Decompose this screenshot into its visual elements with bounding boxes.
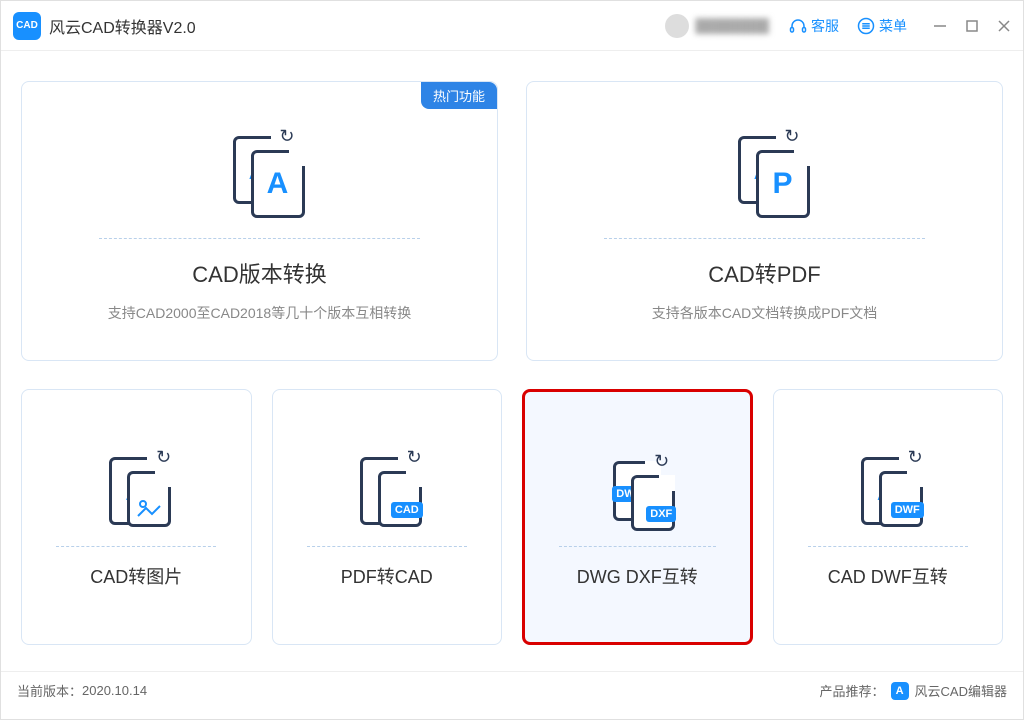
card-title: CAD DWF互转 <box>828 563 948 589</box>
maximize-button[interactable] <box>965 19 979 33</box>
recommend-label: 产品推荐： <box>820 681 885 700</box>
titlebar: CAD 风云CAD转换器V2.0 ████████ 客服 菜单 <box>1 1 1023 51</box>
pdf-to-cad-icon: P CAD ↻ <box>360 446 414 536</box>
cad-to-image-icon: A ↻ <box>109 446 163 536</box>
window-controls <box>933 19 1011 33</box>
hot-badge: 热门功能 <box>421 82 497 109</box>
card-pdf-to-cad[interactable]: P CAD ↻ PDF转CAD <box>272 389 503 645</box>
user-area[interactable]: ████████ <box>665 14 769 38</box>
recommend-name[interactable]: 风云CAD编辑器 <box>915 681 1007 700</box>
version-value: 2020.10.14 <box>82 683 147 698</box>
card-cad-version-convert[interactable]: 热门功能 A A ↻ CAD版本转换 支持CAD2000至CAD2018等几十个… <box>21 81 498 361</box>
card-dwg-dxf-convert[interactable]: DWG DXF ↻ DWG DXF互转 <box>522 389 753 645</box>
username: ████████ <box>695 18 769 33</box>
version-label: 当前版本： <box>17 681 82 700</box>
menu-label: 菜单 <box>879 16 907 36</box>
main-content: 热门功能 A A ↻ CAD版本转换 支持CAD2000至CAD2018等几十个… <box>1 51 1023 671</box>
card-desc: 支持CAD2000至CAD2018等几十个版本互相转换 <box>108 303 411 323</box>
cad-to-pdf-icon: A P ↻ <box>738 120 792 220</box>
card-desc: 支持各版本CAD文档转换成PDF文档 <box>652 303 878 323</box>
recommend-logo-icon: A <box>891 682 909 700</box>
card-cad-dwf-convert[interactable]: A DWF ↻ CAD DWF互转 <box>773 389 1004 645</box>
minimize-button[interactable] <box>933 19 947 33</box>
card-cad-to-image[interactable]: A ↻ CAD转图片 <box>21 389 252 645</box>
avatar-icon <box>665 14 689 38</box>
dwg-dxf-icon: DWG DXF ↻ <box>613 446 661 536</box>
headset-icon <box>789 17 807 35</box>
menu-button[interactable]: 菜单 <box>857 16 907 36</box>
cad-version-icon: A A ↻ <box>233 120 287 220</box>
customer-service-button[interactable]: 客服 <box>789 16 839 36</box>
card-title: CAD版本转换 <box>192 257 326 289</box>
card-cad-to-pdf[interactable]: A P ↻ CAD转PDF 支持各版本CAD文档转换成PDF文档 <box>526 81 1003 361</box>
card-title: CAD转图片 <box>90 563 182 589</box>
menu-icon <box>857 17 875 35</box>
customer-service-label: 客服 <box>811 16 839 36</box>
cad-dwf-icon: A DWF ↻ <box>861 446 915 536</box>
app-title: 风云CAD转换器V2.0 <box>49 14 196 38</box>
card-title: DWG DXF互转 <box>577 563 698 589</box>
card-title: PDF转CAD <box>341 563 433 589</box>
close-button[interactable] <box>997 19 1011 33</box>
card-title: CAD转PDF <box>708 257 820 289</box>
app-logo-icon: CAD <box>13 12 41 40</box>
footer: 当前版本： 2020.10.14 产品推荐： A 风云CAD编辑器 <box>1 671 1023 709</box>
